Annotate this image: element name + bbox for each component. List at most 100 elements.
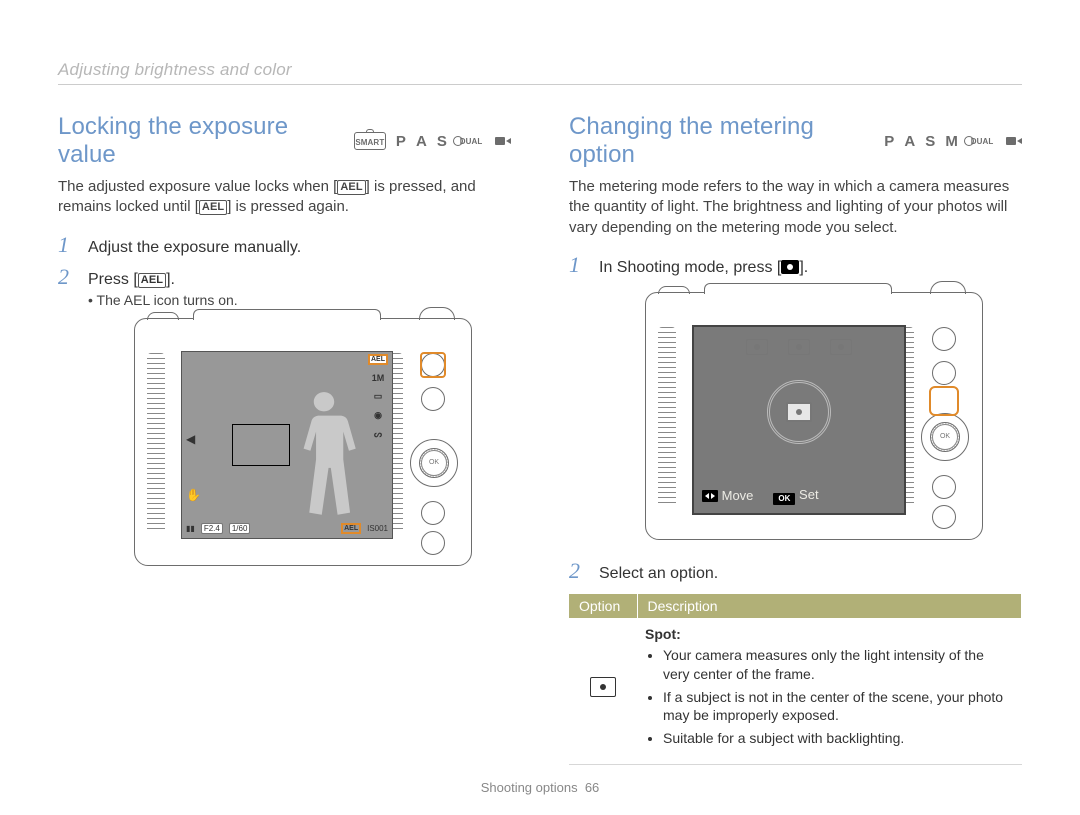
set-label: Set <box>799 487 819 502</box>
step2-post: ]. <box>166 271 175 288</box>
right-column: Changing the metering option P A S M DUA… <box>569 113 1022 765</box>
dual-mode-icon: DUAL <box>457 134 485 148</box>
silhouette-icon <box>290 390 358 518</box>
step-number: 1 <box>569 252 587 278</box>
intro-text: The adjusted exposure value locks when [… <box>58 177 511 218</box>
option-name: Spot: <box>645 626 681 642</box>
step-text: In Shooting mode, press []. <box>599 259 808 277</box>
title-text: Locking the exposure value <box>58 113 342 169</box>
option-bullet: Your camera measures only the light inte… <box>663 646 1014 684</box>
lcd-side-icon: ▭ <box>374 391 383 402</box>
step1-pre: In Shooting mode, press [ <box>599 259 781 276</box>
intro-part1: The adjusted exposure value locks when [ <box>58 178 337 195</box>
camera-ael-highlight <box>420 352 446 378</box>
table-row: Spot: Your camera measures only the ligh… <box>569 618 1022 765</box>
table-header-option: Option <box>569 594 637 618</box>
camera-button <box>421 531 445 555</box>
move-label: Move <box>722 488 754 503</box>
metering-option-icon <box>788 339 810 355</box>
metering-option-icon <box>746 339 768 355</box>
step-text: Select an option. <box>599 565 718 583</box>
focus-box-icon <box>232 424 290 466</box>
mode-a-icon: A <box>416 133 427 150</box>
camera-lcd: AEL 1M ▭ ◉ ᔕ ◀ ✋ <box>181 351 393 539</box>
camera-illustration-lock-exposure: OK AEL 1M ▭ ◉ ᔕ <box>134 318 472 566</box>
lcd-help-bar: Move OK Set <box>702 487 819 505</box>
step-text: Press [AEL]. <box>88 271 175 289</box>
breadcrumb: Adjusting brightness and color <box>58 60 1022 80</box>
step-text: Adjust the exposure manually. <box>88 239 301 257</box>
option-description-cell: Spot: Your camera measures only the ligh… <box>637 618 1022 765</box>
section-title-metering: Changing the metering option P A S M DUA… <box>569 113 1022 169</box>
lcd-side-icon: 1M <box>372 373 385 383</box>
camera-ok-button: OK <box>421 450 447 476</box>
intro-part3: ] is pressed again. <box>227 198 349 215</box>
ael-icon: AEL <box>138 273 166 288</box>
step-number: 2 <box>569 558 587 584</box>
camera-button <box>932 361 956 385</box>
mode-strip: SMART P A S DUAL <box>354 132 511 150</box>
ael-chip-icon: AEL <box>341 523 361 534</box>
step-number: 1 <box>58 232 76 258</box>
iso-value: IS001 <box>367 524 388 533</box>
anti-shake-icon: ✋ <box>186 488 201 502</box>
metering-selected-icon <box>767 380 831 444</box>
step-number: 2 <box>58 264 76 290</box>
lcd-side-icon: ᔕ <box>374 429 382 440</box>
footer: Shooting options 66 <box>481 780 600 795</box>
camera-button <box>932 505 956 529</box>
ok-icon: OK <box>773 493 795 505</box>
battery-icon: ▮▮ <box>186 524 195 533</box>
camera-illustration-metering: OK Move OK Set <box>645 292 983 540</box>
movie-mode-icon <box>1006 135 1022 147</box>
option-bullet: Suitable for a subject with backlighting… <box>663 729 1014 748</box>
ael-icon: AEL <box>337 180 365 195</box>
mode-m-icon: M <box>945 133 958 150</box>
step2-bullet: • The AEL icon turns on. <box>88 292 511 308</box>
step-1: 1 Adjust the exposure manually. <box>58 232 511 258</box>
camera-lcd: Move OK Set <box>692 325 906 515</box>
movie-mode-icon <box>495 135 511 147</box>
step-2: 2 Press [AEL]. <box>58 264 511 290</box>
spot-metering-icon <box>590 677 616 697</box>
shutter-value: 1/60 <box>229 523 251 534</box>
section-title-lock-exposure: Locking the exposure value SMART P A S D… <box>58 113 511 169</box>
left-column: Locking the exposure value SMART P A S D… <box>58 113 511 765</box>
camera-button <box>421 501 445 525</box>
option-bullet: If a subject is not in the center of the… <box>663 688 1014 726</box>
mode-a-icon: A <box>904 133 915 150</box>
step-1: 1 In Shooting mode, press []. <box>569 252 1022 278</box>
dual-mode-icon: DUAL <box>968 134 996 148</box>
camera-ok-button: OK <box>932 424 958 450</box>
camera-button <box>421 387 445 411</box>
lcd-metering-options <box>746 339 852 355</box>
step2-pre: Press [ <box>88 271 138 288</box>
intro-text: The metering mode refers to the way in w… <box>569 177 1022 238</box>
step-2: 2 Select an option. <box>569 558 1022 584</box>
mode-p-icon: P <box>396 133 406 150</box>
title-text: Changing the metering option <box>569 113 872 169</box>
footer-section: Shooting options <box>481 780 578 795</box>
mode-p-icon: P <box>884 133 894 150</box>
divider <box>58 84 1022 85</box>
step2-bullet-text: The AEL icon turns on. <box>97 292 238 308</box>
camera-button <box>932 327 956 351</box>
option-icon-cell <box>569 618 637 765</box>
ael-icon: AEL <box>199 200 227 215</box>
page-number: 66 <box>585 780 599 795</box>
metering-icon <box>781 260 799 274</box>
metering-options-table: Option Description Spot: Your camera mea… <box>569 594 1022 765</box>
step1-post: ]. <box>799 259 808 276</box>
camera-button <box>932 475 956 499</box>
left-arrow-icon: ◀ <box>186 432 195 446</box>
lcd-ael-indicator: AEL <box>368 354 388 365</box>
table-header-description: Description <box>637 594 1022 618</box>
smart-mode-icon: SMART <box>354 132 386 150</box>
lcd-side-icon: ◉ <box>374 410 382 421</box>
arrows-icon <box>702 490 718 502</box>
metering-option-icon <box>830 339 852 355</box>
mode-s-icon: S <box>437 133 447 150</box>
aperture-value: F2.4 <box>201 523 223 534</box>
camera-metering-highlight <box>929 386 959 416</box>
mode-s-icon: S <box>925 133 935 150</box>
